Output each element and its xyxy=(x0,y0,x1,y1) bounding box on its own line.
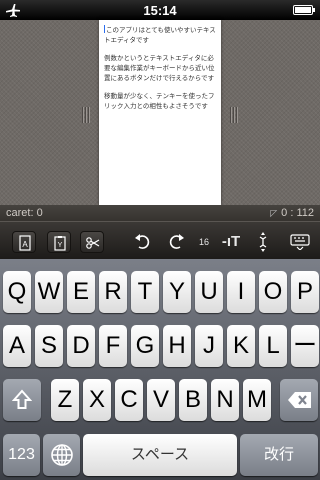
backspace-key[interactable] xyxy=(280,379,318,421)
key-q[interactable]: Q xyxy=(3,271,31,313)
battery-icon xyxy=(293,5,315,15)
key-r[interactable]: R xyxy=(99,271,127,313)
key-w[interactable]: W xyxy=(35,271,63,313)
key-x[interactable]: X xyxy=(83,379,111,421)
toolbar: A Y 16 -ıT xyxy=(0,221,320,259)
scissors-icon xyxy=(86,237,100,249)
info-bar: caret: 0 ◸ 0 : 112 xyxy=(0,205,320,221)
key-long-vowel[interactable]: ー xyxy=(291,325,319,367)
key-f[interactable]: F xyxy=(99,325,127,367)
right-margin-handle[interactable] xyxy=(230,107,238,123)
key-j[interactable]: J xyxy=(195,325,223,367)
select-all-button[interactable]: A xyxy=(12,231,36,253)
flag-icon: ◸ xyxy=(270,208,278,218)
undo-icon xyxy=(135,234,150,249)
return-key[interactable]: 改行 xyxy=(240,434,318,476)
key-m[interactable]: M xyxy=(243,379,271,421)
shift-key[interactable] xyxy=(3,379,41,421)
key-v[interactable]: V xyxy=(147,379,175,421)
keyboard: Q W E R T Y U I O P A S D F G H J K L ー … xyxy=(0,259,320,480)
paragraph-3: 移動量が少なく、テンキーを使ったフリック入力との相性もよさそうです xyxy=(104,92,215,110)
key-u[interactable]: U xyxy=(195,271,223,313)
status-bar: 15:14 xyxy=(0,0,320,20)
editor-area: このアプリはとても使いやすいテキストエディタです 例数かというとテキストエディタ… xyxy=(0,20,320,205)
cut-button[interactable] xyxy=(80,231,104,253)
svg-text:A: A xyxy=(22,240,28,249)
space-key[interactable]: スペース xyxy=(83,434,237,476)
key-i[interactable]: I xyxy=(227,271,255,313)
text-size-button[interactable]: -ıT xyxy=(218,233,244,250)
globe-key[interactable] xyxy=(43,434,80,476)
hide-keyboard-button[interactable] xyxy=(290,234,310,255)
redo-icon xyxy=(169,234,184,249)
numbers-key[interactable]: 123 xyxy=(3,434,40,476)
key-k[interactable]: K xyxy=(227,325,255,367)
key-h[interactable]: H xyxy=(163,325,191,367)
key-z[interactable]: Z xyxy=(51,379,79,421)
text-page[interactable]: このアプリはとても使いやすいテキストエディタです 例数かというとテキストエディタ… xyxy=(99,20,221,205)
text-cursor xyxy=(104,25,105,33)
position-readout: ◸ 0 : 112 xyxy=(270,207,314,219)
redo-button[interactable] xyxy=(168,231,186,256)
cursor-move-button[interactable] xyxy=(255,231,271,258)
clipboard-icon: Y xyxy=(54,236,66,251)
key-d[interactable]: D xyxy=(67,325,95,367)
undo-button[interactable] xyxy=(133,231,151,256)
key-b[interactable]: B xyxy=(179,379,207,421)
key-p[interactable]: P xyxy=(291,271,319,313)
key-t[interactable]: T xyxy=(131,271,159,313)
key-y[interactable]: Y xyxy=(163,271,191,313)
position-text: 0 : 112 xyxy=(281,207,314,219)
globe-icon xyxy=(51,444,73,466)
paragraph-2: 例数かというとテキストエディタに必要な編集作業がキーボードから近い位置にあるボタ… xyxy=(104,54,215,82)
keyboard-hide-icon xyxy=(290,234,310,251)
select-document-icon: A xyxy=(19,235,31,251)
paragraph-1: このアプリはとても使いやすいテキストエディタです xyxy=(104,25,216,44)
key-a[interactable]: A xyxy=(3,325,31,367)
shift-arrow-icon xyxy=(12,389,32,409)
svg-text:Y: Y xyxy=(58,242,63,249)
caret-label: caret: 0 xyxy=(6,207,43,219)
left-margin-handle[interactable] xyxy=(82,107,90,123)
key-n[interactable]: N xyxy=(211,379,239,421)
key-o[interactable]: O xyxy=(259,271,287,313)
text-cursor-icon xyxy=(259,232,267,252)
key-s[interactable]: S xyxy=(35,325,63,367)
backspace-icon xyxy=(288,392,311,408)
key-l[interactable]: L xyxy=(259,325,287,367)
paste-button[interactable]: Y xyxy=(47,231,71,253)
status-time: 15:14 xyxy=(143,3,177,18)
font-size-value: 16 xyxy=(198,237,209,247)
key-c[interactable]: C xyxy=(115,379,143,421)
key-e[interactable]: E xyxy=(67,271,95,313)
key-g[interactable]: G xyxy=(131,325,159,367)
